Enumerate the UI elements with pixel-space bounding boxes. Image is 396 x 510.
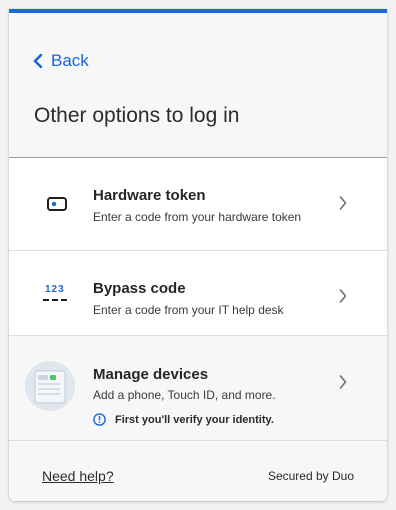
need-help-link[interactable]: Need help? (42, 468, 114, 484)
chevron-right-icon (339, 375, 347, 389)
verify-identity-note: First you'll verify your identity. (93, 413, 274, 426)
option-bypass-code[interactable]: 123 Bypass code Enter a code from your I… (9, 251, 387, 336)
option-description: Enter a code from your IT help desk (93, 303, 284, 317)
back-button[interactable]: Back (33, 51, 89, 71)
header: Back Other options to log in (9, 13, 387, 158)
bypass-code-icon: 123 (43, 284, 69, 304)
option-description: Enter a code from your hardware token (93, 210, 302, 224)
option-hardware-token[interactable]: Hardware token Enter a code from your ha… (9, 158, 387, 251)
bypass-code-icon-text: 123 (45, 284, 65, 295)
option-title: Bypass code (93, 280, 186, 297)
login-options-card: Back Other options to log in Hardware to… (9, 9, 387, 501)
manage-devices-icon (25, 361, 75, 411)
footer: Need help? Secured by Duo (9, 441, 387, 501)
option-description: Add a phone, Touch ID, and more. (93, 388, 276, 402)
option-manage-devices[interactable]: Manage devices Add a phone, Touch ID, an… (9, 336, 387, 441)
info-icon (93, 413, 106, 426)
chevron-right-icon (339, 289, 347, 303)
page-title: Other options to log in (34, 104, 240, 127)
dash-underline (43, 299, 67, 301)
chevron-right-icon (339, 196, 347, 210)
secured-by-label: Secured by Duo (267, 469, 354, 483)
option-title: Hardware token (93, 187, 206, 204)
chevron-left-icon (33, 54, 43, 68)
back-label: Back (51, 51, 89, 70)
option-title: Manage devices (93, 366, 209, 383)
note-text: First you'll verify your identity. (115, 413, 274, 426)
hardware-token-icon (47, 197, 67, 211)
